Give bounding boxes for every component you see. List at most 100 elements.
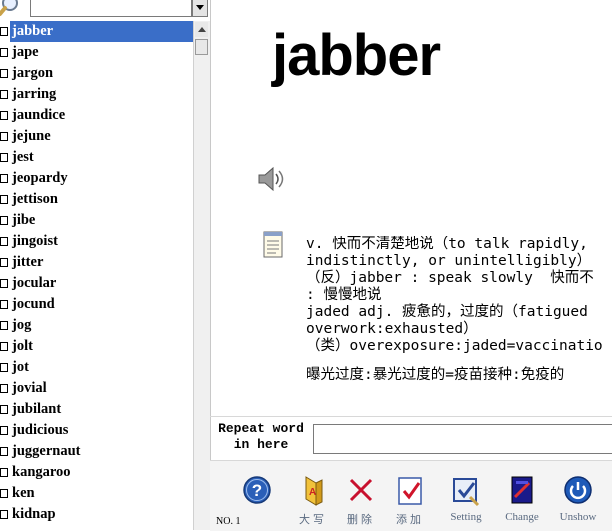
- delete-label: 删除: [347, 513, 375, 526]
- word-checkbox[interactable]: [0, 405, 8, 414]
- word-checkbox[interactable]: [0, 426, 8, 435]
- setting-button[interactable]: Setting: [441, 475, 491, 531]
- word-checkbox[interactable]: [0, 489, 8, 498]
- list-item[interactable]: jibe: [0, 210, 193, 231]
- word-checkbox[interactable]: [0, 237, 8, 246]
- word-list-scrollbar[interactable]: [193, 21, 210, 530]
- change-button[interactable]: Change: [497, 475, 547, 531]
- svg-text:A: A: [309, 487, 316, 498]
- word-label: kangaroo: [12, 464, 71, 480]
- definition-line: 曝光过度:暴光过度的=疫苗接种:免疫的: [306, 367, 565, 383]
- word-checkbox[interactable]: [0, 363, 8, 372]
- caps-label: 大写: [299, 513, 327, 526]
- list-item[interactable]: jettison: [0, 189, 193, 210]
- list-item[interactable]: jitter: [0, 252, 193, 273]
- list-item[interactable]: jeopardy: [0, 168, 193, 189]
- word-checkbox[interactable]: [0, 69, 8, 78]
- list-item[interactable]: jog: [0, 315, 193, 336]
- word-checkbox[interactable]: [0, 342, 8, 351]
- word-checkbox[interactable]: [0, 132, 8, 141]
- x-icon: [349, 478, 373, 502]
- word-checkbox[interactable]: [0, 384, 8, 393]
- delete-button[interactable]: 删除: [336, 475, 386, 531]
- list-item[interactable]: jaundice: [0, 105, 193, 126]
- list-item[interactable]: ken: [0, 483, 193, 504]
- repeat-label-line1: Repeat word: [218, 421, 304, 436]
- word-checkbox[interactable]: [0, 258, 8, 267]
- word-checkbox[interactable]: [0, 216, 8, 225]
- search-dropdown-button[interactable]: [192, 0, 208, 17]
- word-checkbox[interactable]: [0, 90, 8, 99]
- word-label: jitter: [12, 254, 44, 270]
- list-item[interactable]: jargon: [0, 63, 193, 84]
- repeat-label-line2: in here: [233, 437, 289, 452]
- word-checkbox[interactable]: [0, 447, 8, 456]
- list-item[interactable]: kangaroo: [0, 462, 193, 483]
- list-item[interactable]: jingoist: [0, 231, 193, 252]
- list-item[interactable]: jolt: [0, 336, 193, 357]
- word-label: jubilant: [12, 401, 62, 417]
- list-item[interactable]: jubilant: [0, 399, 193, 420]
- caps-button[interactable]: A 大写: [288, 475, 338, 531]
- list-item[interactable]: jocund: [0, 294, 193, 315]
- word-label: jibe: [12, 212, 36, 228]
- word-checkbox[interactable]: [0, 174, 8, 183]
- notepad-icon[interactable]: [262, 229, 284, 259]
- search-bar: [0, 0, 210, 20]
- word-checkbox[interactable]: [0, 195, 8, 204]
- list-item[interactable]: jape: [0, 42, 193, 63]
- word-checkbox[interactable]: [0, 111, 8, 120]
- word-label: juggernaut: [12, 443, 81, 459]
- list-item[interactable]: jot: [0, 357, 193, 378]
- word-list: jabber jape jargon jarring jaundice jejune jes…: [0, 21, 193, 525]
- setting-icon: [453, 478, 480, 507]
- definition-line: indistinctly, or unintelligibly）: [306, 253, 592, 269]
- magnifier-icon[interactable]: [0, 0, 24, 18]
- word-checkbox[interactable]: [0, 279, 8, 288]
- list-item[interactable]: juggernaut: [0, 441, 193, 462]
- word-label: kidnap: [12, 506, 56, 522]
- change-icon: [511, 476, 533, 504]
- word-label: jeopardy: [12, 170, 68, 186]
- word-label: jettison: [12, 191, 58, 207]
- scroll-up-button[interactable]: [195, 22, 208, 37]
- list-item[interactable]: jabber: [0, 21, 193, 42]
- unshow-label: Unshow: [559, 511, 597, 523]
- list-item[interactable]: kidnap: [0, 504, 193, 525]
- list-item[interactable]: jest: [0, 147, 193, 168]
- repeat-word-label: Repeat word in here: [212, 421, 310, 453]
- list-item[interactable]: jejune: [0, 126, 193, 147]
- word-checkbox[interactable]: [0, 510, 8, 519]
- word-label: jargon: [12, 65, 54, 81]
- word-label: jot: [12, 359, 29, 375]
- word-checkbox[interactable]: [0, 153, 8, 162]
- word-checkbox[interactable]: [0, 321, 8, 330]
- word-checkbox[interactable]: [0, 468, 8, 477]
- word-checkbox[interactable]: [0, 48, 8, 57]
- list-item[interactable]: jarring: [0, 84, 193, 105]
- change-label: Change: [505, 511, 539, 523]
- word-label: jovial: [12, 380, 47, 396]
- scroll-thumb[interactable]: [195, 39, 208, 55]
- speaker-icon[interactable]: [256, 164, 288, 194]
- setting-label: Setting: [450, 511, 482, 523]
- definition-line: : 慢慢地说: [306, 287, 382, 303]
- word-checkbox[interactable]: [0, 300, 8, 309]
- list-item[interactable]: jovial: [0, 378, 193, 399]
- word-label: judicious: [12, 422, 69, 438]
- word-label: jest: [12, 149, 34, 165]
- divider: [210, 416, 612, 417]
- add-button[interactable]: 添加: [385, 475, 435, 531]
- list-item[interactable]: judicious: [0, 420, 193, 441]
- search-input[interactable]: [30, 0, 192, 17]
- unshow-button[interactable]: Unshow: [553, 475, 603, 531]
- list-item[interactable]: jocular: [0, 273, 193, 294]
- word-label: jarring: [12, 86, 57, 102]
- definition-text: v. 快而不清楚地说（to talk rapidly, indistinctly…: [306, 236, 612, 396]
- word-label: jog: [12, 317, 32, 333]
- bottom-toolbar: ? A 大写 删除 添加 Setting Change Unshow NO. 1: [210, 460, 612, 531]
- record-counter: NO. 1: [216, 516, 241, 527]
- word-checkbox[interactable]: [0, 27, 8, 36]
- repeat-word-input[interactable]: [313, 424, 612, 454]
- definition-line: jaded adj. 疲惫的，过度的（fatigued: [306, 304, 588, 320]
